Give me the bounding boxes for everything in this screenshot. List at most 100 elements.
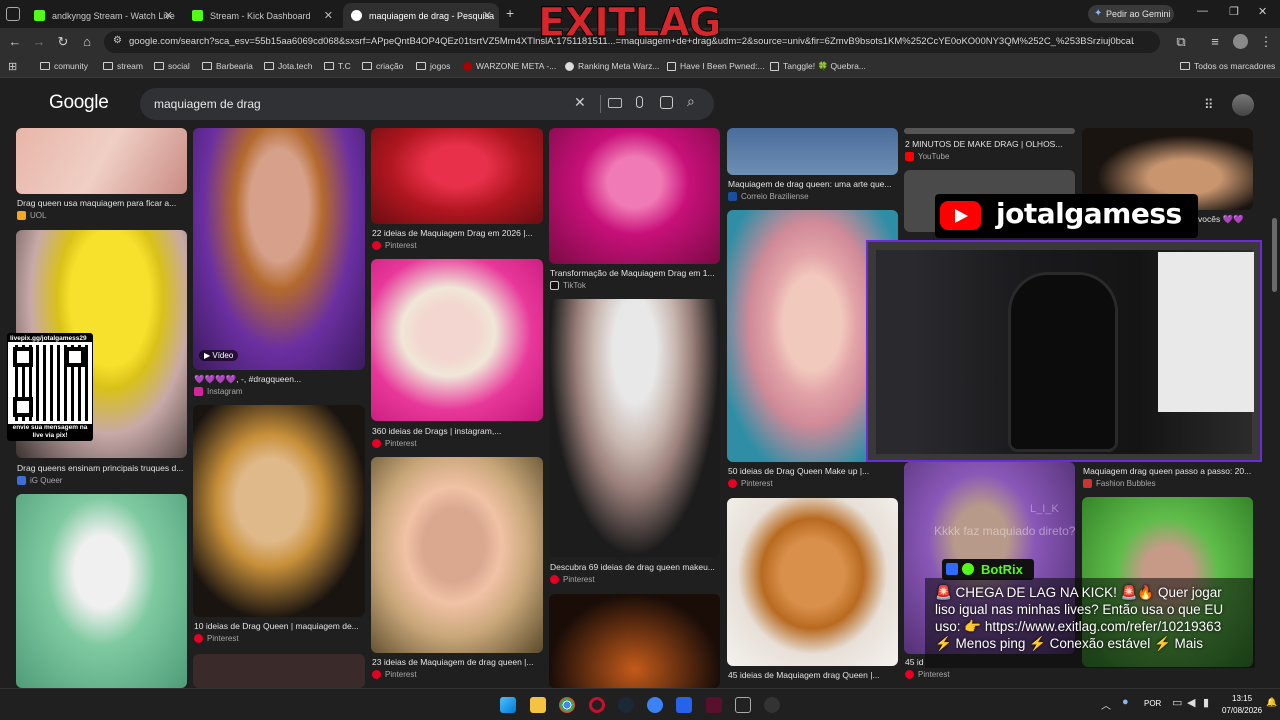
page-scrollbar[interactable]	[1272, 218, 1277, 292]
minimize-button[interactable]: —	[1197, 5, 1208, 17]
bookmark-folder[interactable]: Barbearia	[202, 61, 253, 71]
app-icon[interactable]	[676, 697, 692, 713]
home-icon[interactable]: ⌂	[79, 34, 95, 49]
result-caption[interactable]: 50 ideias de Drag Queen Make up |...	[728, 466, 898, 476]
result-source[interactable]: Pinterest	[905, 670, 950, 679]
result-caption[interactable]: Maquiagem de drag queen: uma arte que...	[728, 179, 898, 189]
lens-icon[interactable]	[660, 96, 673, 109]
result-caption[interactable]: 22 ideias de Maquiagem Drag em 2026 |...	[372, 228, 542, 238]
result-source[interactable]: Pinterest	[728, 479, 773, 488]
result-source[interactable]: UOL	[17, 211, 46, 220]
search-icon[interactable]: ⌕	[687, 93, 695, 110]
image-thumb[interactable]: ▶ Vídeo	[193, 128, 365, 370]
result-source[interactable]: Instagram	[194, 387, 243, 396]
keyboard-icon[interactable]	[608, 98, 622, 108]
start-icon[interactable]	[500, 697, 516, 713]
result-source[interactable]: YouTube	[905, 152, 949, 161]
result-source[interactable]: Pinterest	[194, 634, 239, 643]
result-caption[interactable]: 2 MINUTOS DE MAKE DRAG | OLHOS...	[905, 139, 1075, 149]
close-tab-icon[interactable]: ✕	[164, 9, 173, 22]
obs-icon[interactable]	[764, 697, 780, 713]
bookmark-folder[interactable]: comunity	[40, 61, 88, 71]
image-thumb[interactable]	[549, 128, 720, 264]
bookmark-link[interactable]: Ranking Meta Warz...	[565, 61, 659, 71]
tab-kick-watch[interactable]: andkyngg Stream - Watch Live ✕	[26, 3, 180, 28]
bookmark-link[interactable]: Have I Been Pwned:...	[667, 61, 765, 71]
battery-icon[interactable]: ▮	[1203, 696, 1209, 709]
google-logo[interactable]: Google	[49, 92, 109, 114]
media-icon[interactable]: ≡	[1207, 34, 1223, 49]
language-indicator[interactable]: POR	[1144, 699, 1161, 708]
app-icon[interactable]	[647, 697, 663, 713]
search-input[interactable]: maquiagem de drag	[154, 97, 261, 111]
epic-games-icon[interactable]	[735, 697, 751, 713]
result-caption[interactable]: 360 ideias de Drags | instagram,...	[372, 426, 542, 436]
clock-time[interactable]: 13:15	[1232, 694, 1252, 703]
result-caption[interactable]: Drag queens ensinam principais truques d…	[17, 463, 187, 473]
result-source[interactable]: Pinterest	[372, 241, 417, 250]
extensions-icon[interactable]: ⧉	[1173, 34, 1189, 50]
image-thumb[interactable]	[549, 594, 720, 688]
bookmark-folder[interactable]: stream	[103, 61, 143, 71]
result-source[interactable]: Pinterest	[550, 575, 595, 584]
image-thumb[interactable]	[549, 299, 720, 557]
reload-icon[interactable]: ↻	[55, 34, 71, 50]
result-source[interactable]: iG Queer	[17, 476, 62, 485]
clock-date[interactable]: 07/08/2026	[1222, 706, 1262, 715]
bookmark-link[interactable]: Tanggle! 🍀 Quebra...	[770, 61, 866, 72]
result-caption[interactable]: vocês 💜💜	[1198, 214, 1254, 225]
result-source[interactable]: Pinterest	[372, 670, 417, 679]
back-icon[interactable]: ←	[7, 34, 23, 49]
bookmark-folder[interactable]: social	[154, 61, 190, 71]
tab-kick-dashboard[interactable]: Stream - Kick Dashboard ✕	[184, 3, 340, 28]
tray-chevron-icon[interactable]: ︿	[1101, 697, 1111, 712]
volume-icon[interactable]: ◀	[1187, 696, 1195, 709]
new-tab-button[interactable]: +	[506, 5, 514, 21]
image-thumb[interactable]	[727, 498, 898, 666]
result-caption[interactable]: 23 ideias de Maquiagem de drag queen |..…	[372, 657, 542, 667]
image-thumb[interactable]	[371, 259, 543, 421]
clear-icon[interactable]: ✕	[574, 94, 586, 111]
tab-search-icon[interactable]	[6, 7, 20, 21]
bookmark-folder[interactable]: Jota.tech	[264, 61, 313, 71]
apps-icon[interactable]: ⊞	[8, 60, 17, 73]
result-source[interactable]: TikTok	[550, 281, 586, 290]
bookmark-folder[interactable]: T.C	[324, 61, 351, 71]
close-tab-icon[interactable]: ✕	[324, 9, 333, 22]
image-thumb[interactable]	[16, 494, 187, 688]
image-thumb[interactable]	[371, 128, 543, 224]
notification-icon[interactable]: 🔔	[1266, 697, 1277, 708]
steam-icon[interactable]	[618, 697, 634, 713]
image-thumb[interactable]	[193, 405, 365, 617]
result-caption[interactable]: Maquiagem drag queen passo a passo: 20..…	[1083, 466, 1253, 476]
result-caption[interactable]: 10 ideias de Drag Queen | maquiagem de..…	[194, 621, 364, 631]
apps-grid-icon[interactable]: ⠿	[1204, 97, 1214, 113]
profile-avatar[interactable]	[1233, 34, 1248, 49]
site-info-icon[interactable]: ⚙	[113, 35, 122, 46]
account-avatar[interactable]	[1232, 94, 1254, 116]
result-caption[interactable]: Drag queen usa maquiagem para ficar a...	[17, 198, 187, 208]
search-box[interactable]: maquiagem de drag ✕ ⌕	[140, 88, 714, 120]
image-thumb[interactable]	[904, 128, 1075, 134]
bookmark-link[interactable]: WARZONE META -...	[463, 61, 556, 71]
menu-icon[interactable]: ⋮	[1258, 34, 1274, 50]
result-caption[interactable]: Transformação de Maquiagem Drag em 1...	[550, 268, 720, 278]
gemini-button[interactable]: ✦ Pedir ao Gemini	[1088, 5, 1174, 23]
image-thumb[interactable]	[16, 128, 187, 194]
result-source[interactable]: Fashion Bubbles	[1083, 479, 1156, 488]
result-source[interactable]: Correio Braziliense	[728, 192, 809, 201]
app-icon[interactable]	[706, 697, 722, 713]
tab-google-search[interactable]: maquiagem de drag - Pesquisa ✕	[343, 3, 499, 28]
restore-button[interactable]: ❐	[1229, 5, 1239, 18]
network-icon[interactable]: ▭	[1172, 696, 1182, 709]
file-explorer-icon[interactable]	[530, 697, 546, 713]
result-caption[interactable]: 💜💜💜💜, -, #dragqueen...	[194, 374, 364, 385]
image-thumb[interactable]	[371, 457, 543, 653]
mic-icon[interactable]	[636, 96, 643, 108]
forward-icon[interactable]: →	[31, 34, 47, 49]
all-bookmarks-folder[interactable]: Todos os marcadores	[1180, 61, 1275, 71]
mic-tray-icon[interactable]: ●	[1122, 696, 1129, 708]
close-tab-icon[interactable]: ✕	[483, 9, 492, 22]
result-caption[interactable]: Descubra 69 ideias de drag queen makeu..…	[550, 562, 720, 572]
close-window-button[interactable]: ✕	[1258, 5, 1267, 18]
